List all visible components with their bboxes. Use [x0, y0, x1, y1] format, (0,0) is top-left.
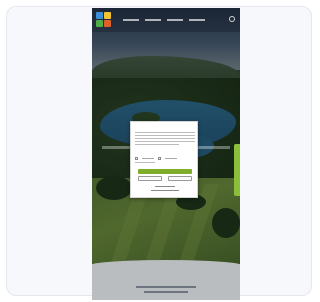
- nav-link[interactable]: [123, 19, 139, 21]
- dialog-text: [135, 132, 195, 133]
- imprint-link[interactable]: [151, 190, 179, 191]
- footer-caption: [144, 291, 188, 293]
- dialog-text: [135, 141, 195, 142]
- preference-label: [142, 158, 154, 159]
- site-header: [92, 8, 240, 32]
- nav-link[interactable]: [189, 19, 205, 21]
- nav-link[interactable]: [145, 19, 161, 21]
- footer-band: [92, 260, 240, 300]
- nav-link[interactable]: [167, 19, 183, 21]
- dialog-text: [135, 135, 195, 136]
- footer-subtitle: [136, 286, 196, 288]
- cookie-consent-dialog: [130, 121, 198, 198]
- dialog-text: [135, 138, 195, 139]
- feedback-side-tab[interactable]: [234, 144, 240, 196]
- page-screenshot: [92, 8, 240, 300]
- preference-options: [135, 157, 177, 160]
- details-link[interactable]: [135, 162, 155, 163]
- accept-all-button[interactable]: [138, 169, 192, 174]
- settings-button[interactable]: [168, 176, 192, 181]
- footer-wave: [92, 260, 240, 272]
- preference-checkbox[interactable]: [135, 157, 138, 160]
- search-icon[interactable]: [229, 16, 235, 22]
- main-nav: [123, 19, 205, 21]
- preference-label: [165, 158, 177, 159]
- preference-checkbox[interactable]: [158, 157, 161, 160]
- privacy-link[interactable]: [155, 186, 175, 187]
- logo-icon[interactable]: [96, 12, 114, 28]
- reject-button[interactable]: [138, 176, 162, 181]
- dialog-text: [135, 144, 179, 145]
